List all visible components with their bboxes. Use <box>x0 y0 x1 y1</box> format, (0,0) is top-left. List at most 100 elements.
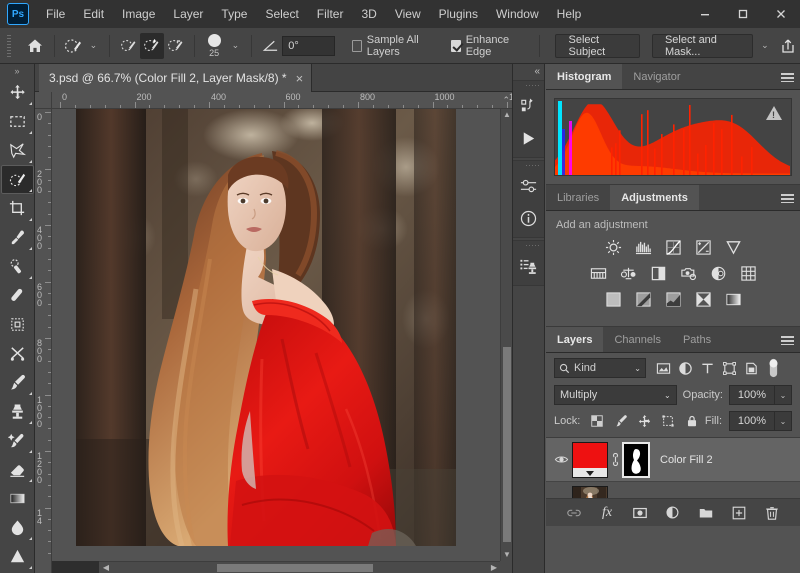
canvas-horizontal-scrollbar[interactable]: ◀ ▶ <box>52 561 500 573</box>
black-and-white-icon[interactable] <box>649 264 668 283</box>
dodge-tool[interactable] <box>1 542 34 571</box>
exposure-icon[interactable] <box>694 238 713 257</box>
lock-all-icon[interactable] <box>681 411 703 431</box>
layer-thumbnail[interactable] <box>572 441 608 478</box>
menu-edit[interactable]: Edit <box>74 0 113 28</box>
filter-smart-object-icon[interactable] <box>740 358 762 378</box>
layer-filter-kind-select[interactable]: Kind ⌄ <box>554 358 646 378</box>
lasso-tool[interactable] <box>1 136 34 165</box>
menu-layer[interactable]: Layer <box>164 0 212 28</box>
frame-tool[interactable] <box>1 310 34 339</box>
subtract-from-selection-button[interactable] <box>164 33 187 59</box>
link-layers-icon[interactable] <box>564 503 584 523</box>
home-icon[interactable] <box>23 33 46 59</box>
quick-selection-tool[interactable] <box>0 165 34 194</box>
clone-source-icon[interactable] <box>513 250 544 282</box>
new-fill-adjustment-layer-icon[interactable] <box>663 503 683 523</box>
panel-menu-icon[interactable] <box>781 185 794 211</box>
tab-histogram[interactable]: Histogram <box>546 64 623 89</box>
dock-collapse-button[interactable]: « <box>513 64 544 80</box>
layer-visibility-toggle[interactable] <box>550 452 572 467</box>
eyedropper-flyout[interactable] <box>28 247 32 250</box>
opacity-stepper[interactable]: ⌄ <box>775 385 792 405</box>
cached-data-warning-icon[interactable] <box>766 106 782 120</box>
quick-selection-tool-icon[interactable] <box>61 33 84 59</box>
tab-channels[interactable]: Channels <box>603 327 671 352</box>
panel-menu-icon[interactable] <box>781 327 794 353</box>
add-layer-style-icon[interactable]: fx <box>597 503 617 523</box>
color-lookup-icon[interactable] <box>739 264 758 283</box>
rectangular-marquee-tool[interactable] <box>1 107 34 136</box>
filter-toggle-switch[interactable] <box>762 358 784 378</box>
layer-name[interactable]: Color Fill 2 <box>660 454 713 466</box>
close-icon[interactable]: × <box>296 72 304 85</box>
lock-image-pixels-icon[interactable] <box>610 411 632 431</box>
vertical-ruler[interactable]: 0 200 400 600 800 1000 1200 14 <box>35 109 52 573</box>
vertical-scroll-thumb[interactable] <box>503 347 511 542</box>
filter-adjustment-icon[interactable] <box>674 358 696 378</box>
dock-grip-2[interactable] <box>518 161 539 170</box>
history-brush-tool[interactable] <box>1 426 34 455</box>
vibrance-icon[interactable] <box>724 238 743 257</box>
tools-collapse-button[interactable]: » <box>0 64 34 78</box>
posterize-icon[interactable] <box>634 290 653 309</box>
select-subject-button[interactable]: Select Subject <box>555 33 640 58</box>
quick-selection-flyout[interactable] <box>28 189 32 192</box>
channel-mixer-icon[interactable] <box>709 264 728 283</box>
clone-stamp-tool[interactable] <box>1 397 34 426</box>
histogram-graph[interactable] <box>554 98 792 176</box>
tab-libraries[interactable]: Libraries <box>546 185 610 210</box>
healing-flyout[interactable] <box>28 276 32 279</box>
gradient-tool[interactable] <box>1 484 34 513</box>
dock-grip-3[interactable] <box>518 241 539 250</box>
brush-size-preview[interactable]: 25 <box>202 33 227 58</box>
add-to-selection-button[interactable] <box>140 32 164 59</box>
brush-angle-input[interactable]: 0° <box>282 35 335 56</box>
table-row[interactable]: Color Fill 2 <box>546 438 800 482</box>
patch-tool[interactable] <box>1 281 34 310</box>
add-layer-mask-icon[interactable] <box>630 503 650 523</box>
chevron-down-icon[interactable]: ⌄ <box>664 391 671 400</box>
fill-input[interactable]: 100% <box>729 411 775 431</box>
hue-saturation-icon[interactable] <box>589 264 608 283</box>
crop-tool-flyout[interactable] <box>28 218 32 221</box>
play-action-icon[interactable] <box>513 122 544 154</box>
layer-mask-thumbnail[interactable] <box>622 441 650 478</box>
document-tab[interactable]: 3.psd @ 66.7% (Color Fill 2, Layer Mask/… <box>39 64 313 92</box>
enhance-edge-checkbox[interactable]: Enhance Edge <box>450 34 525 58</box>
levels-icon[interactable] <box>634 238 653 257</box>
curves-icon[interactable] <box>664 238 683 257</box>
marquee-tool-flyout[interactable] <box>28 131 32 134</box>
dock-grip-1[interactable] <box>518 81 539 90</box>
opacity-input[interactable]: 100% <box>729 385 775 405</box>
document-image[interactable] <box>76 109 456 546</box>
new-layer-icon[interactable] <box>729 503 749 523</box>
eraser-flyout[interactable] <box>28 479 32 482</box>
menu-image[interactable]: Image <box>113 0 164 28</box>
eyedropper-tool[interactable] <box>1 223 34 252</box>
menu-help[interactable]: Help <box>548 0 591 28</box>
tool-preset-caret[interactable]: ⌄ <box>85 41 103 50</box>
menu-type[interactable]: Type <box>212 0 256 28</box>
filter-shape-icon[interactable] <box>718 358 740 378</box>
tab-layers[interactable]: Layers <box>546 327 604 352</box>
status-bar-box[interactable] <box>52 561 99 573</box>
history-brush-flyout[interactable] <box>28 450 32 453</box>
panel-menu-icon[interactable] <box>781 64 794 90</box>
fill-stepper[interactable]: ⌄ <box>775 411 792 431</box>
delete-layer-icon[interactable] <box>762 503 782 523</box>
move-tool-flyout[interactable] <box>28 102 32 105</box>
menu-select[interactable]: Select <box>256 0 307 28</box>
properties-sliders-icon[interactable] <box>513 170 544 202</box>
close-button[interactable] <box>762 0 800 28</box>
lock-position-icon[interactable] <box>634 411 656 431</box>
menu-filter[interactable]: Filter <box>308 0 353 28</box>
sample-all-layers-checkbox[interactable]: Sample All Layers <box>351 34 439 58</box>
tab-navigator[interactable]: Navigator <box>622 64 691 89</box>
lock-transparent-pixels-icon[interactable] <box>586 411 608 431</box>
horizontal-ruler[interactable]: 020040060080010001200 ⌃ <box>52 92 512 109</box>
scroll-right-arrow[interactable]: ▶ <box>488 562 500 573</box>
menu-view[interactable]: View <box>386 0 430 28</box>
chevron-down-icon[interactable]: ⌄ <box>634 364 641 373</box>
share-export-icon[interactable] <box>777 33 800 59</box>
